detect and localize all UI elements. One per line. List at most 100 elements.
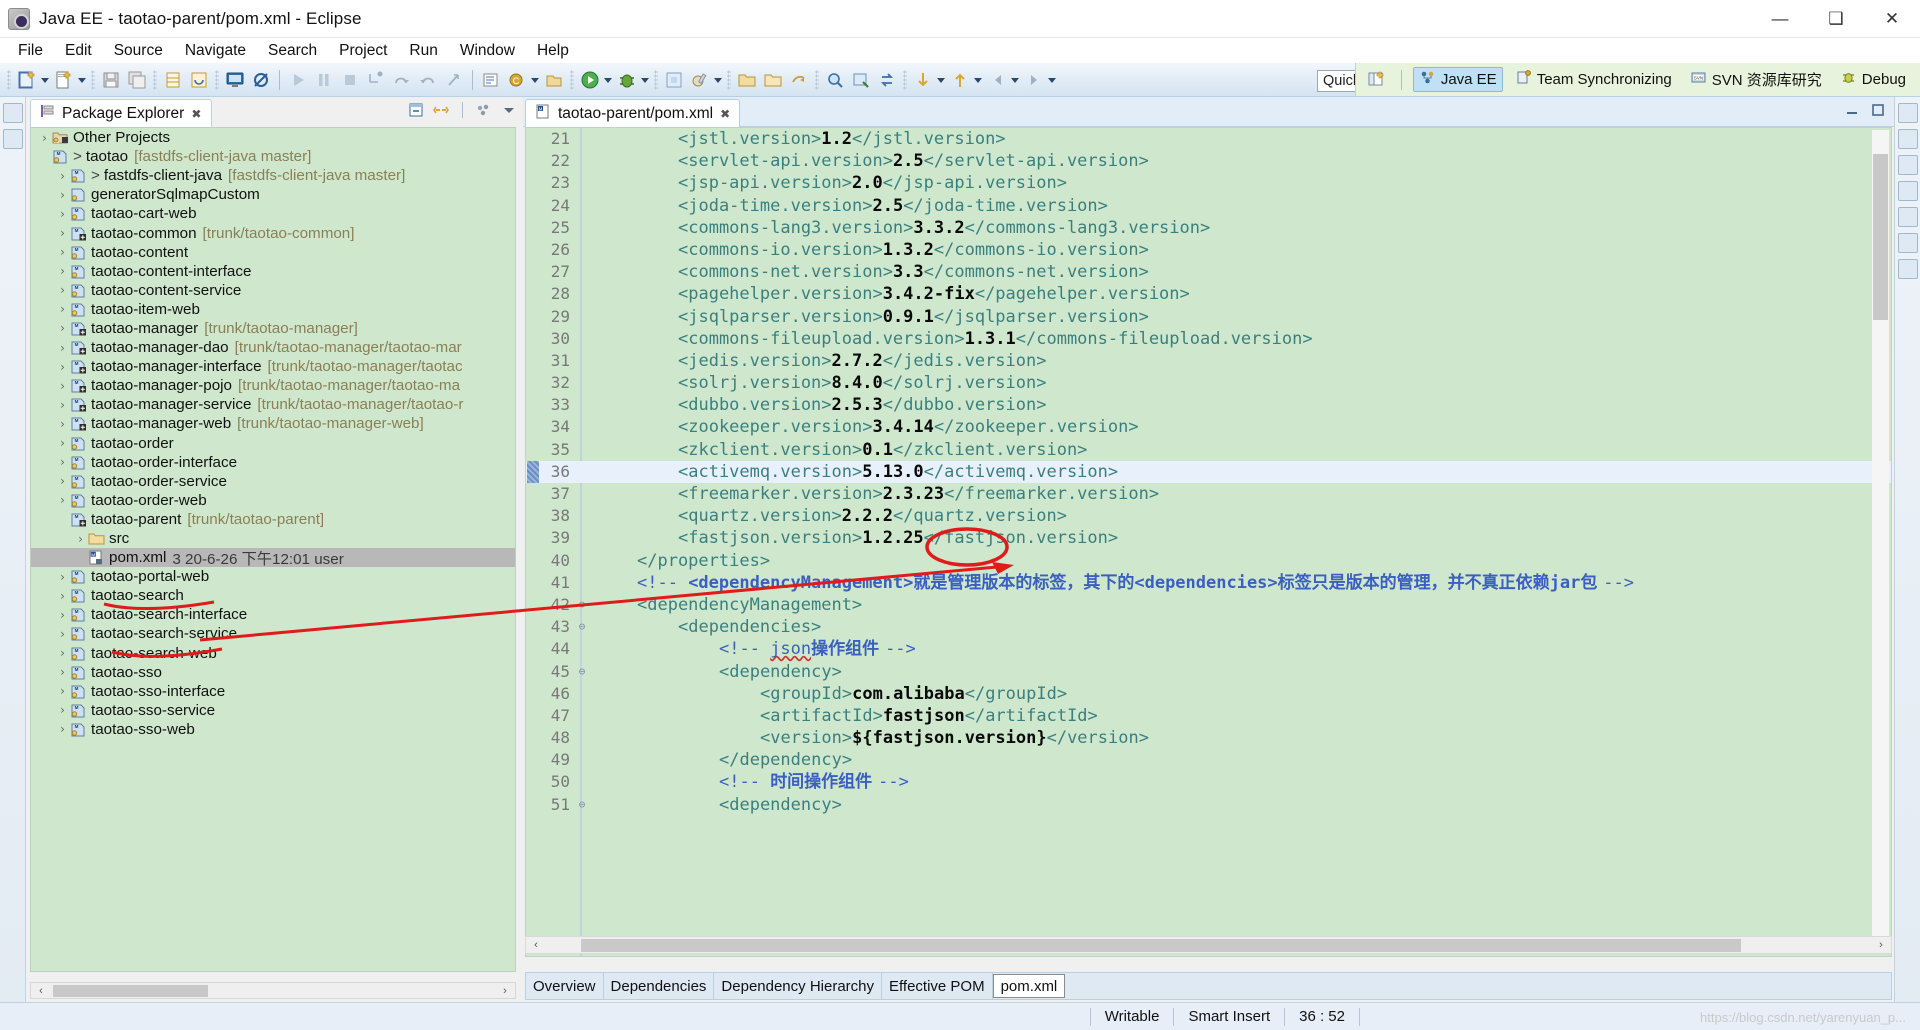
hscroll-right-button[interactable]: ›: [497, 984, 513, 998]
menu-navigate[interactable]: Navigate: [174, 40, 257, 62]
open-console-icon[interactable]: [224, 69, 246, 91]
close-icon[interactable]: ✖: [191, 107, 201, 121]
step-over-icon[interactable]: [391, 69, 413, 91]
tree-item-taotao-search-service[interactable]: › Mtaotao-search-service: [31, 624, 515, 643]
palette-view-icon[interactable]: [1898, 207, 1918, 227]
chevron-right-icon[interactable]: ›: [55, 302, 70, 316]
code-line-24[interactable]: 24 <joda-time.version>2.5</joda-time.vers…: [526, 195, 1892, 217]
code-line-25[interactable]: 25 <commons-lang3.version>3.3.2</commons-…: [526, 217, 1892, 239]
code-line-26[interactable]: 26 <commons-io.version>1.3.2</commons-io.…: [526, 239, 1892, 261]
chevron-right-icon[interactable]: ›: [55, 398, 70, 412]
vscroll-thumb[interactable]: [1873, 154, 1888, 320]
external-tools-icon[interactable]: [689, 69, 711, 91]
chevron-down-icon[interactable]: [500, 101, 518, 119]
tree-item-taotao-content[interactable]: › Mtaotao-content: [31, 243, 515, 262]
code-line-37[interactable]: 37 <freemarker.version>2.3.23</freemarker…: [526, 483, 1892, 505]
close-icon[interactable]: ✖: [720, 107, 730, 121]
forward-nav-icon[interactable]: [1023, 69, 1045, 91]
tree-item-taotao-manager-pojo[interactable]: › Mtaotao-manager-pojo [trunk/taotao-manag…: [31, 376, 515, 395]
toolbar-grip[interactable]: [7, 70, 11, 90]
perspective-team-synchronizing[interactable]: Team Synchronizing: [1509, 67, 1678, 92]
tree-item-taotao-content-interface[interactable]: › Mtaotao-content-interface: [31, 262, 515, 281]
tree-item-taotao-manager-web[interactable]: › Mtaotao-manager-web [trunk/taotao-manage…: [31, 414, 515, 433]
prev-annotation-icon[interactable]: [949, 69, 971, 91]
skip-breakpoints-icon[interactable]: [250, 69, 272, 91]
new-file-dropdown-icon[interactable]: [77, 69, 88, 91]
pom-tab-overview[interactable]: Overview: [526, 973, 604, 999]
code-line-21[interactable]: 21 <jstl.version>1.2</jstl.version>: [526, 128, 1892, 150]
code-line-51[interactable]: 51 ⊖ <dependency>: [526, 794, 1892, 816]
tab-pom-xml[interactable]: M taotao-parent/pom.xml ✖: [525, 99, 740, 127]
chevron-right-icon[interactable]: ›: [73, 532, 88, 546]
servers-view-icon[interactable]: [1898, 155, 1918, 175]
perspective-svn-repository[interactable]: SVN SVN 资源库研究: [1684, 67, 1828, 92]
prev-annotation-dropdown-icon[interactable]: [973, 69, 984, 91]
new-java-class-icon[interactable]: C: [506, 69, 528, 91]
tree-item-taotao-sso-web[interactable]: › Mtaotao-sso-web: [31, 720, 515, 739]
minimize-icon[interactable]: [1844, 102, 1862, 120]
menu-run[interactable]: Run: [398, 40, 448, 62]
menu-source[interactable]: Source: [103, 40, 174, 62]
forward-arrow-icon[interactable]: [788, 69, 810, 91]
tree-item-taotao[interactable]: ⱟ M > taotao [fastdfs-client-java master]: [31, 147, 515, 166]
chevron-right-icon[interactable]: ›: [55, 283, 70, 297]
maximize-icon[interactable]: [1870, 102, 1888, 120]
editor-hscroll-left[interactable]: ‹: [528, 938, 544, 952]
code-line-46[interactable]: 46 <groupId>com.alibaba</groupId>: [526, 683, 1892, 705]
code-line-39[interactable]: 39 <fastjson.version>1.2.25</fastjson.ver…: [526, 527, 1892, 549]
pom-tab-pom-xml[interactable]: pom.xml: [993, 974, 1066, 998]
tree-item-taotao-order-service[interactable]: › Mtaotao-order-service: [31, 472, 515, 491]
tree-item-taotao-manager[interactable]: › Mtaotao-manager [trunk/taotao-manager]: [31, 319, 515, 338]
code-line-50[interactable]: 50 <!-- 时间操作组件 -->: [526, 771, 1892, 793]
code-line-49[interactable]: 49 </dependency>: [526, 749, 1892, 771]
chevron-right-icon[interactable]: ›: [55, 245, 70, 259]
code-line-43[interactable]: 43 ⊖ <dependencies>: [526, 616, 1892, 638]
chevron-right-icon[interactable]: ›: [55, 341, 70, 355]
chevron-right-icon[interactable]: ›: [55, 608, 70, 622]
run-icon[interactable]: [579, 69, 601, 91]
code-line-22[interactable]: 22 <servlet-api.version>2.5</servlet-api.…: [526, 150, 1892, 172]
junit-view-icon[interactable]: [1898, 259, 1918, 279]
code-lines[interactable]: 21 <jstl.version>1.2</jstl.version> 22 <ser…: [526, 128, 1892, 957]
chevron-right-icon[interactable]: ›: [55, 207, 70, 221]
tree-item-taotao-search-web[interactable]: › Mtaotao-search-web: [31, 644, 515, 663]
chevron-right-icon[interactable]: ›: [55, 474, 70, 488]
code-line-31[interactable]: 31 <jedis.version>2.7.2</jedis.version>: [526, 350, 1892, 372]
tree-item-taotao-search-interface[interactable]: › Mtaotao-search-interface: [31, 605, 515, 624]
tab-package-explorer[interactable]: Package Explorer ✖: [30, 99, 212, 127]
tree-item-taotao-sso-service[interactable]: › Mtaotao-sso-service: [31, 701, 515, 720]
refresh-icon[interactable]: [188, 69, 210, 91]
chevron-down-icon[interactable]: ⱟ: [55, 512, 70, 526]
perspective-debug[interactable]: Debug: [1834, 67, 1912, 92]
tree-item-taotao-cart-web[interactable]: › Mtaotao-cart-web: [31, 204, 515, 223]
save-icon[interactable]: [100, 69, 122, 91]
tree-item-src[interactable]: › src: [31, 529, 515, 548]
code-line-27[interactable]: 27 <commons-net.version>3.3</commons-net.…: [526, 261, 1892, 283]
code-line-48[interactable]: 48 <version>${fastjson.version}</version>: [526, 727, 1892, 749]
code-line-36[interactable]: 36 <activemq.version>5.13.0</activemq.ver…: [526, 461, 1892, 483]
pom-tab-effective-pom[interactable]: Effective POM: [882, 973, 993, 999]
menu-project[interactable]: Project: [328, 40, 398, 62]
menu-help[interactable]: Help: [526, 40, 580, 62]
step-return-icon[interactable]: [417, 69, 439, 91]
run-dropdown-icon[interactable]: [603, 69, 614, 91]
chevron-right-icon[interactable]: ›: [55, 684, 70, 698]
fold-collapse-icon[interactable]: ⊖: [576, 661, 588, 683]
tree-item-taotao-parent[interactable]: ⱟ Mtaotao-parent [trunk/taotao-parent]: [31, 510, 515, 529]
code-line-38[interactable]: 38 <quartz.version>2.2.2</quartz.version>: [526, 505, 1892, 527]
tree-item-taotao-portal-web[interactable]: › Mtaotao-portal-web: [31, 567, 515, 586]
debug-run-icon[interactable]: [616, 69, 638, 91]
tree-item-taotao-manager-service[interactable]: › Mtaotao-manager-service [trunk/taotao-ma…: [31, 395, 515, 414]
tree-item-other-projects[interactable]: › Other Projects: [31, 128, 515, 147]
code-line-41[interactable]: 41 <!-- <dependencyManagement>就是管理版本的标签，其…: [526, 572, 1892, 594]
code-line-44[interactable]: 44 <!-- json操作组件 -->: [526, 638, 1892, 660]
new-file-icon[interactable]: [53, 69, 75, 91]
chevron-right-icon[interactable]: ›: [55, 360, 70, 374]
chevron-down-icon[interactable]: ⱟ: [37, 150, 52, 164]
drop-to-frame-icon[interactable]: [443, 69, 465, 91]
back-nav-dropdown-icon[interactable]: [1010, 69, 1021, 91]
new-java-class-dropdown-icon[interactable]: [530, 69, 541, 91]
tree-item-fastdfs-client-java[interactable]: › M > fastdfs-client-java [fastdfs-client-ja…: [31, 166, 515, 185]
chevron-right-icon[interactable]: ›: [55, 226, 70, 240]
snippets-view-icon[interactable]: [1898, 181, 1918, 201]
